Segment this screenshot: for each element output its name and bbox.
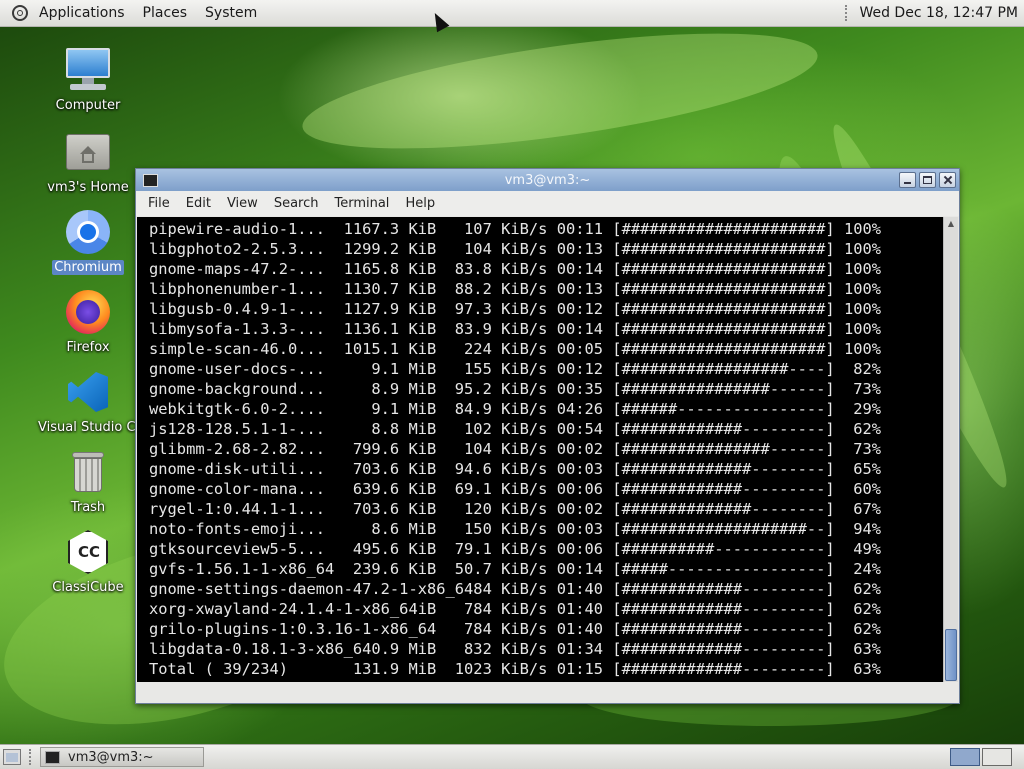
- terminal-lines: pipewire-audio-1... 1167.3 KiB 107 KiB/s…: [137, 217, 943, 679]
- menu-places[interactable]: Places: [134, 0, 197, 26]
- scroll-up-arrow-icon[interactable]: ▲: [944, 217, 958, 231]
- terminal-line: glibmm-2.68-2.82... 799.6 KiB 104 KiB/s …: [149, 440, 882, 458]
- show-desktop-icon[interactable]: [3, 749, 21, 765]
- desktop-icon-label: vm3's Home: [47, 180, 129, 195]
- terminal-line: webkitgtk-6.0-2.... 9.1 MiB 84.9 KiB/s 0…: [149, 400, 882, 418]
- menu-view[interactable]: View: [219, 196, 266, 211]
- workspace-switcher: [950, 748, 1012, 766]
- workspace-1[interactable]: [950, 748, 980, 766]
- terminal-line: Total ( 39/234) 131.9 MiB 1023 KiB/s 01:…: [149, 660, 882, 678]
- desktop-icon-computer[interactable]: Computer: [36, 46, 140, 113]
- terminal-line: gnome-color-mana... 639.6 KiB 69.1 KiB/s…: [149, 480, 882, 498]
- window-titlebar[interactable]: vm3@vm3:~: [136, 169, 959, 191]
- workspace-2[interactable]: [982, 748, 1012, 766]
- desktop-icon-label: ClassiCube: [52, 580, 124, 595]
- computer-icon: [64, 46, 112, 94]
- window-controls: [899, 172, 956, 188]
- panel-handle[interactable]: [845, 5, 851, 21]
- maximize-button[interactable]: [919, 172, 936, 188]
- top-panel: Applications Places System Wed Dec 18, 1…: [0, 0, 1024, 27]
- terminal-line: grilo-plugins-1:0.3.16-1-x86_64 784 KiB/…: [149, 620, 882, 638]
- terminal-line: gnome-settings-daemon-47.2-1-x86_6484 Ki…: [149, 580, 882, 598]
- terminal-line: noto-fonts-emoji... 8.6 MiB 150 KiB/s 00…: [149, 520, 882, 538]
- menu-file[interactable]: File: [140, 196, 178, 211]
- close-button[interactable]: [939, 172, 956, 188]
- terminal-line: xorg-xwayland-24.1.4-1-x86_64iB 784 KiB/…: [149, 600, 882, 618]
- desktop-icon-label: Computer: [55, 98, 121, 113]
- desktop-icon-label: Trash: [70, 500, 106, 515]
- terminal-line: rygel-1:0.44.1-1... 703.6 KiB 120 KiB/s …: [149, 500, 882, 518]
- terminal-icon: [45, 750, 60, 764]
- scrollbar-thumb[interactable]: [945, 629, 957, 681]
- trash-icon: [64, 448, 112, 496]
- menu-edit[interactable]: Edit: [178, 196, 219, 211]
- terminal-menubar: File Edit View Search Terminal Help: [136, 191, 959, 216]
- terminal-line: gnome-user-docs-... 9.1 MiB 155 KiB/s 00…: [149, 360, 882, 378]
- terminal-line: gtksourceview5-5... 495.6 KiB 79.1 KiB/s…: [149, 540, 882, 558]
- terminal-line: js128-128.5.1-1-... 8.8 MiB 102 KiB/s 00…: [149, 420, 882, 438]
- desktop-icon-trash[interactable]: Trash: [36, 448, 140, 515]
- menu-help[interactable]: Help: [397, 196, 443, 211]
- bottom-panel: vm3@vm3:~: [0, 744, 1024, 769]
- desktop-icon-vscode[interactable]: Visual Studio Code: [36, 368, 160, 435]
- terminal-line: gnome-maps-47.2-... 1165.8 KiB 83.8 KiB/…: [149, 260, 882, 278]
- minimize-button[interactable]: [899, 172, 916, 188]
- taskbar-button-label: vm3@vm3:~: [68, 749, 154, 765]
- terminal-line: pipewire-audio-1... 1167.3 KiB 107 KiB/s…: [149, 220, 882, 238]
- chromium-icon: [64, 208, 112, 256]
- terminal-line: libgphoto2-2.5.3... 1299.2 KiB 104 KiB/s…: [149, 240, 882, 258]
- terminal-line: gnome-background... 8.9 MiB 95.2 KiB/s 0…: [149, 380, 882, 398]
- desktop-icon-firefox[interactable]: Firefox: [36, 288, 140, 355]
- menu-applications[interactable]: Applications: [30, 0, 134, 26]
- vscode-icon: [64, 368, 112, 416]
- terminal-line: libgdata-0.18.1-3-x86_640.9 MiB 832 KiB/…: [149, 640, 882, 658]
- window-title: vm3@vm3:~: [504, 172, 591, 188]
- desktop-icon-label: Chromium: [52, 260, 124, 275]
- desktop-icon-home[interactable]: vm3's Home: [36, 128, 140, 195]
- terminal-line: libgusb-0.4.9-1-... 1127.9 KiB 97.3 KiB/…: [149, 300, 882, 318]
- panel-handle[interactable]: [29, 749, 34, 765]
- terminal-scrollbar[interactable]: ▲: [943, 217, 958, 682]
- terminal-line: libmysofa-1.3.3-... 1136.1 KiB 83.9 KiB/…: [149, 320, 882, 338]
- terminal-window[interactable]: vm3@vm3:~ File Edit View Search Terminal…: [135, 168, 960, 704]
- terminal-line: gnome-disk-utili... 703.6 KiB 94.6 KiB/s…: [149, 460, 882, 478]
- terminal-line: simple-scan-46.0... 1015.1 KiB 224 KiB/s…: [149, 340, 882, 358]
- terminal-bottom-border: [136, 684, 959, 703]
- menu-search[interactable]: Search: [266, 196, 327, 211]
- menu-terminal[interactable]: Terminal: [326, 196, 397, 211]
- classicube-icon: CC: [64, 528, 112, 576]
- desktop-icon-classicube[interactable]: CC ClassiCube: [36, 528, 140, 595]
- terminal-line: gvfs-1.56.1-1-x86_64 239.6 KiB 50.7 KiB/…: [149, 560, 882, 578]
- debian-logo-icon[interactable]: [12, 5, 28, 21]
- home-folder-icon: [64, 128, 112, 176]
- terminal-line: libphonenumber-1... 1130.7 KiB 88.2 KiB/…: [149, 280, 882, 298]
- taskbar-button-terminal[interactable]: vm3@vm3:~: [40, 747, 204, 767]
- terminal-output[interactable]: pipewire-audio-1... 1167.3 KiB 107 KiB/s…: [137, 217, 943, 682]
- menu-system[interactable]: System: [196, 0, 266, 26]
- firefox-icon: [64, 288, 112, 336]
- panel-right-area: Wed Dec 18, 12:47 PM: [845, 0, 1024, 26]
- desktop-icon-chromium[interactable]: Chromium: [36, 208, 140, 275]
- clock[interactable]: Wed Dec 18, 12:47 PM: [859, 5, 1024, 21]
- desktop-icon-label: Firefox: [66, 340, 110, 355]
